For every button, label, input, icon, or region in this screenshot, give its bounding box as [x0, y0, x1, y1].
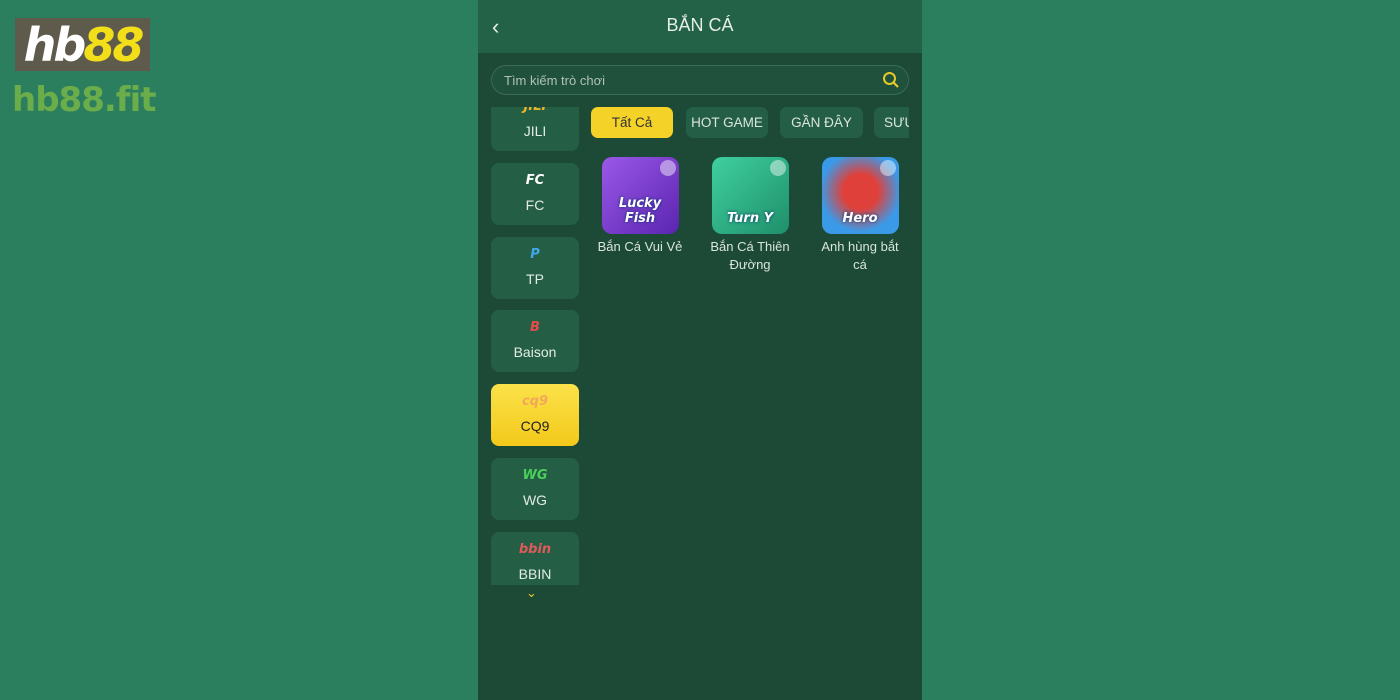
watermark-site: hb88.fit	[12, 80, 156, 120]
jili-logo-icon: JILI	[491, 107, 579, 119]
game-name: Bắn Cá Thiên Đường	[710, 239, 790, 272]
provider-fc[interactable]: FC FC	[491, 163, 579, 225]
tab-recent[interactable]: GẦN ĐÂY	[780, 107, 863, 138]
chevron-double-down-icon[interactable]: ⌄	[526, 585, 537, 601]
baison-logo-icon: B	[530, 320, 540, 335]
provider-bbin[interactable]: bbin BBIN	[491, 532, 579, 585]
tab-all[interactable]: Tất Cả	[591, 107, 673, 138]
search-icon[interactable]	[882, 71, 900, 89]
provider-wg[interactable]: WG WG	[491, 458, 579, 520]
header: ‹ BẮN CÁ	[478, 0, 922, 53]
tp-logo-icon: P	[530, 247, 540, 262]
provider-cq9[interactable]: cq9 CQ9	[491, 384, 579, 446]
page-title: BẮN CÁ	[666, 15, 734, 35]
game-thumbnail: Hero	[821, 157, 899, 234]
fc-logo-icon: FC	[525, 173, 545, 188]
game-thumbnail: Lucky Fish	[601, 157, 679, 234]
provider-baison[interactable]: B Baison	[491, 310, 579, 372]
bbin-logo-icon: bbin	[518, 542, 552, 557]
provider-tp[interactable]: P TP	[491, 237, 579, 299]
hb88-logo: hb 88	[15, 18, 150, 72]
favorite-star-icon[interactable]	[659, 160, 676, 176]
wg-logo-icon: WG	[522, 468, 548, 483]
game-card[interactable]: Lucky Fish Bắn Cá Vui Vẻ	[585, 157, 695, 256]
provider-jili[interactable]: JILIJILI	[491, 107, 579, 151]
phone-screen: ‹ BẮN CÁ JILIJILI FCFC PTP BBaison cq9CQ…	[478, 0, 922, 700]
game-card[interactable]: Turn Y Bắn Cá Thiên Đường	[695, 157, 805, 274]
game-name: Bắn Cá Vui Vẻ	[597, 239, 683, 254]
provider-sidebar[interactable]: JILIJILI FCFC PTP BBaison cq9CQ9 WGWG bb…	[491, 107, 579, 585]
tab-hot-game[interactable]: HOT GAME	[686, 107, 768, 138]
search-input[interactable]	[492, 66, 852, 94]
favorite-star-icon[interactable]	[879, 160, 896, 176]
game-name: Anh hùng bắt cá	[821, 239, 899, 272]
cq9-logo-icon: cq9	[521, 394, 549, 409]
search-bar	[491, 65, 909, 95]
game-card[interactable]: Hero Anh hùng bắt cá	[805, 157, 915, 274]
favorite-star-icon[interactable]	[769, 160, 786, 176]
tab-favorites[interactable]: SƯU	[874, 107, 909, 138]
game-thumbnail: Turn Y	[711, 157, 789, 234]
category-tabs: Tất Cả HOT GAME GẦN ĐÂY SƯU	[591, 107, 909, 139]
